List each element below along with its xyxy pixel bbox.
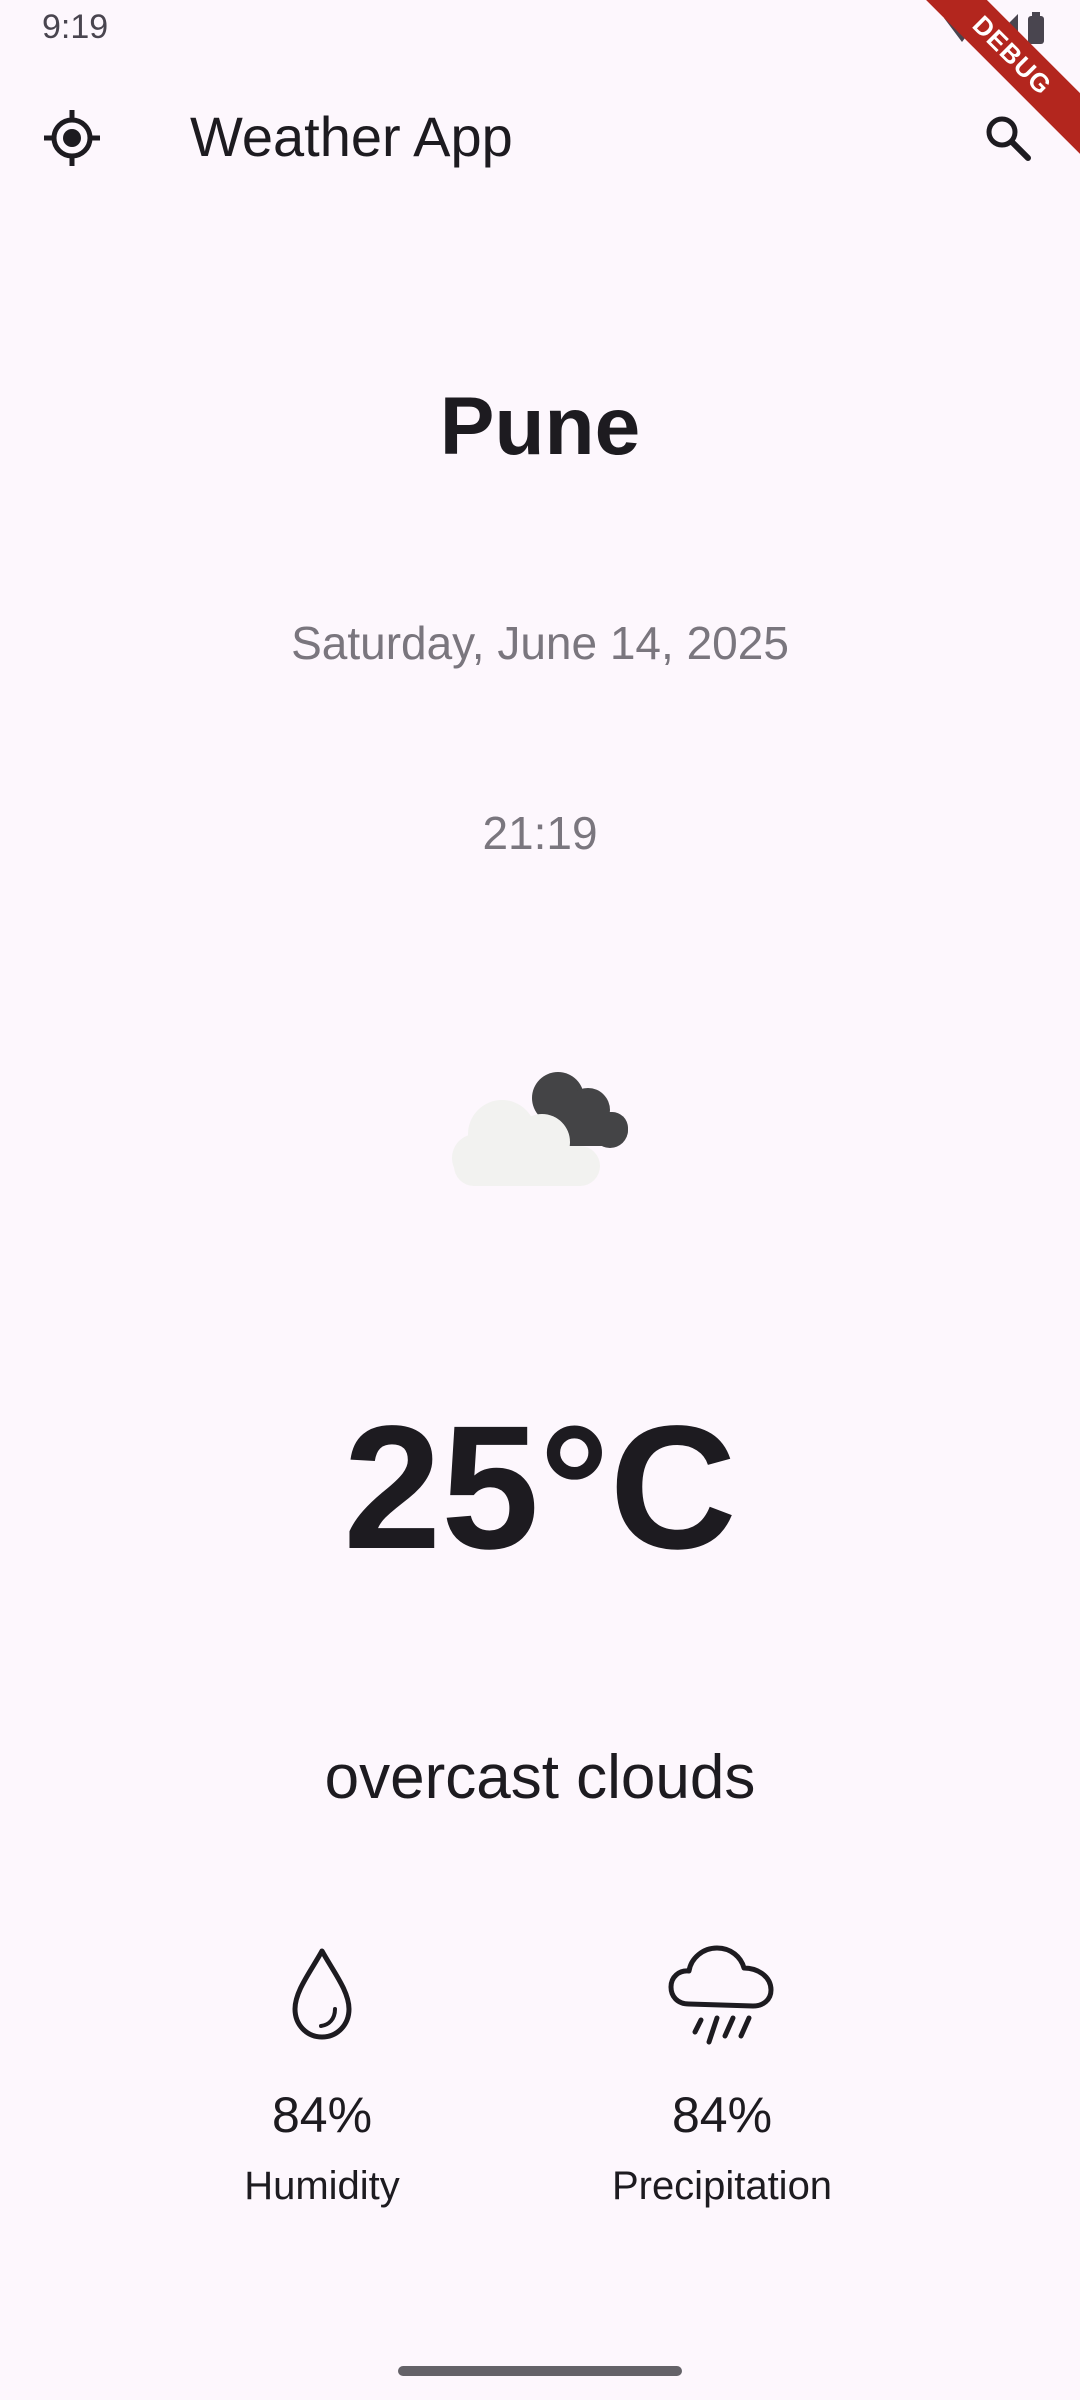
search-icon (986, 116, 1031, 161)
rain-cloud-icon (668, 1945, 774, 2045)
humidity-label: Humidity (244, 2164, 400, 2208)
app-bar: Weather App (0, 70, 1080, 202)
status-bar: 9:19 (0, 0, 1080, 60)
water-drop-icon (292, 1948, 352, 2040)
humidity-stat: 84% Humidity (152, 1940, 492, 2209)
overcast-clouds-icon (452, 1072, 628, 1186)
my-location-icon (44, 110, 100, 166)
battery-icon (1028, 12, 1044, 44)
status-time: 9:19 (42, 8, 109, 46)
wifi-icon (944, 12, 980, 42)
home-indicator[interactable] (398, 2366, 682, 2376)
current-location-button[interactable] (30, 96, 114, 180)
search-button[interactable] (966, 96, 1050, 180)
status-icons (940, 10, 1050, 50)
temperature: 25°C (343, 1390, 737, 1586)
weather-condition: overcast clouds (324, 1743, 756, 1812)
city-name: Pune (439, 381, 641, 472)
app-title: Weather App (190, 105, 513, 168)
current-date: Saturday, June 14, 2025 (291, 617, 789, 669)
current-time: 21:19 (482, 807, 598, 859)
precipitation-stat: 84% Precipitation (552, 1940, 892, 2209)
signal-icon (988, 14, 1018, 44)
precipitation-label: Precipitation (611, 2164, 833, 2208)
precipitation-value: 84% (671, 2087, 773, 2143)
humidity-value: 84% (271, 2087, 373, 2143)
